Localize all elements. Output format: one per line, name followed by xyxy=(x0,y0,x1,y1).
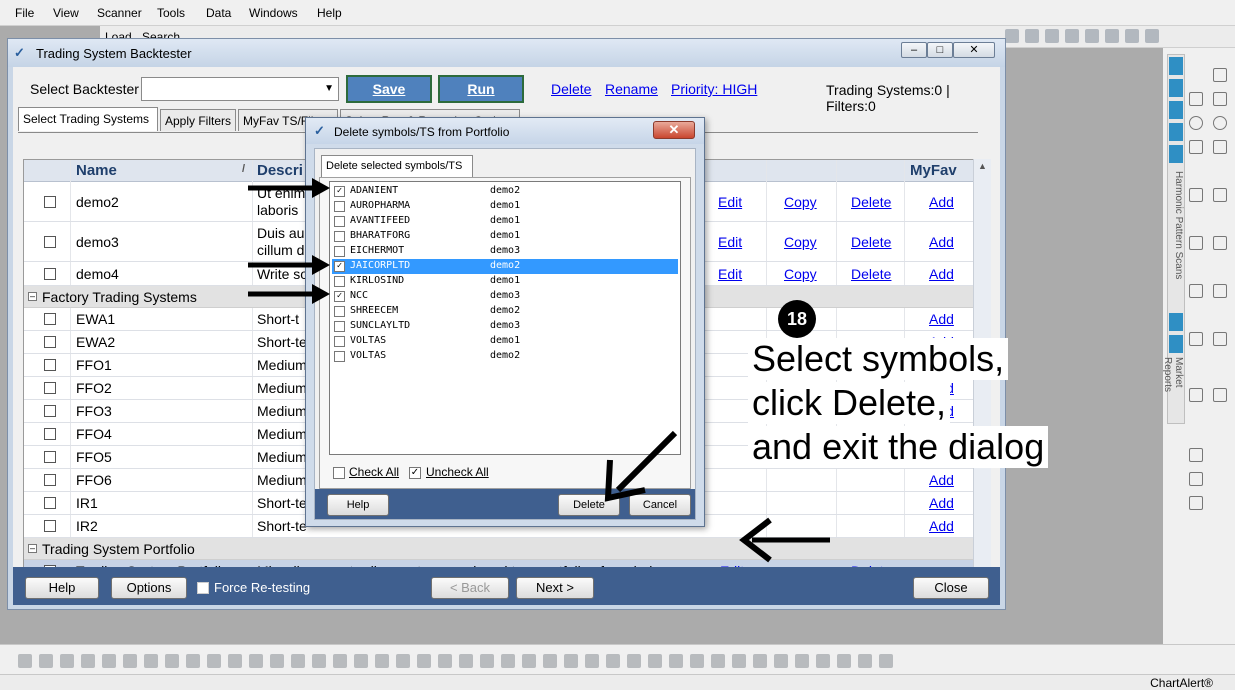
annotation-line-3: and exit the dialog xyxy=(748,426,1049,468)
drawing-tool-icon[interactable] xyxy=(354,654,368,668)
drawing-tool-icon[interactable] xyxy=(417,654,431,668)
drawing-tool-icon[interactable] xyxy=(291,654,305,668)
drawing-tool-icon[interactable] xyxy=(186,654,200,668)
drawing-tool-icon[interactable] xyxy=(837,654,851,668)
drawing-tool-icon[interactable] xyxy=(564,654,578,668)
drawing-tool-icon[interactable] xyxy=(501,654,515,668)
drawing-tool-icon[interactable] xyxy=(165,654,179,668)
drawing-tool-icon[interactable] xyxy=(333,654,347,668)
status-text: ChartAlert® xyxy=(1150,676,1213,690)
drawing-tool-icon[interactable] xyxy=(396,654,410,668)
arrow-jaicorpltd xyxy=(248,255,330,275)
drawing-tool-icon[interactable] xyxy=(249,654,263,668)
step-number-badge: 18 xyxy=(778,300,816,338)
drawing-tool-icon[interactable] xyxy=(879,654,893,668)
drawing-tool-icon[interactable] xyxy=(81,654,95,668)
drawing-tool-icon[interactable] xyxy=(480,654,494,668)
drawing-tool-icon[interactable] xyxy=(690,654,704,668)
drawing-tool-icon[interactable] xyxy=(438,654,452,668)
drawing-tool-icon[interactable] xyxy=(375,654,389,668)
bottom-toolbar xyxy=(0,644,1235,674)
drawing-tool-icon[interactable] xyxy=(39,654,53,668)
drawing-tool-icon[interactable] xyxy=(270,654,284,668)
drawing-tool-icon[interactable] xyxy=(144,654,158,668)
drawing-tool-icon[interactable] xyxy=(312,654,326,668)
drawing-tool-icon[interactable] xyxy=(522,654,536,668)
drawing-tool-icon[interactable] xyxy=(459,654,473,668)
arrow-delete-button xyxy=(604,430,678,502)
arrow-adanient xyxy=(248,178,330,198)
drawing-tool-icon[interactable] xyxy=(858,654,872,668)
drawing-tool-icon[interactable] xyxy=(732,654,746,668)
drawing-tool-icon[interactable] xyxy=(711,654,725,668)
drawing-tool-icon[interactable] xyxy=(123,654,137,668)
status-bar: ChartAlert® xyxy=(0,674,1235,690)
annotation-line-1: Select symbols, xyxy=(748,338,1009,380)
drawing-tool-icon[interactable] xyxy=(627,654,641,668)
drawing-tool-icon[interactable] xyxy=(774,654,788,668)
step-annotation: 18 Select symbols, click Delete, and exi… xyxy=(748,300,1068,470)
drawing-tool-icon[interactable] xyxy=(585,654,599,668)
drawing-tool-icon[interactable] xyxy=(228,654,242,668)
drawing-tool-icon[interactable] xyxy=(18,654,32,668)
drawing-tool-icon[interactable] xyxy=(669,654,683,668)
drawing-tool-icon[interactable] xyxy=(753,654,767,668)
drawing-tool-icon[interactable] xyxy=(207,654,221,668)
drawing-tool-icon[interactable] xyxy=(60,654,74,668)
drawing-tool-icon[interactable] xyxy=(606,654,620,668)
annotation-line-2: click Delete, xyxy=(748,382,951,424)
drawing-tool-icon[interactable] xyxy=(795,654,809,668)
drawing-tool-icon[interactable] xyxy=(816,654,830,668)
drawing-tool-icon[interactable] xyxy=(648,654,662,668)
arrow-portfolio-edit xyxy=(739,517,830,563)
arrow-ncc xyxy=(248,284,330,304)
drawing-tool-icon[interactable] xyxy=(102,654,116,668)
drawing-tool-icon[interactable] xyxy=(543,654,557,668)
